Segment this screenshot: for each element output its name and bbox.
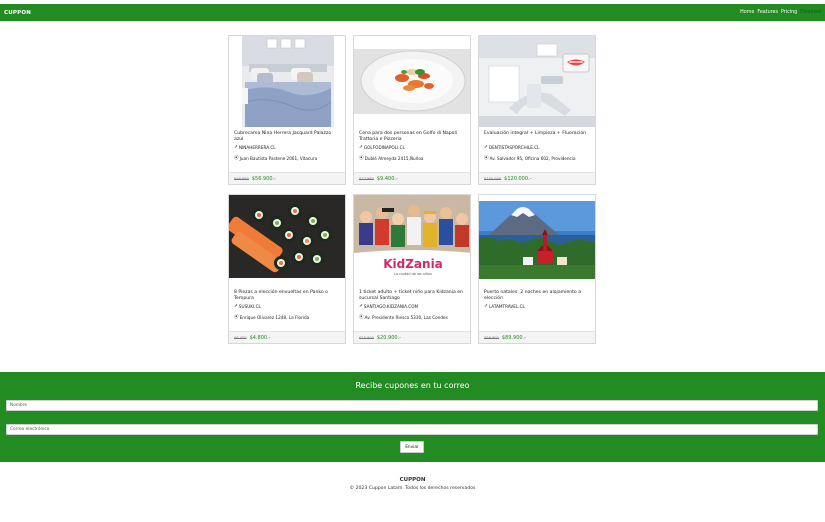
deal-card[interactable]: Cubrecama Nina Herrera Jacquard Palazzo … — [228, 35, 346, 185]
location-arrow-icon: ➚ — [234, 145, 238, 150]
location-arrow-icon: ➚ — [484, 145, 488, 150]
deal-site[interactable]: DENTISTASPORCHILE.CL — [489, 145, 540, 150]
new-price: $20.900.- — [376, 334, 401, 341]
email-field[interactable]: Correo electrónico — [6, 424, 818, 435]
deal-title[interactable]: Puerto natales: 2 noches en alojamiento … — [484, 290, 590, 302]
deal-card[interactable]: Cena para dos personas en Golfo di Napol… — [353, 35, 471, 185]
map-pin-icon: ⦿ — [234, 156, 239, 161]
deal-address: Dublé Almeyda 2415,Ñuñoa — [364, 155, 424, 161]
new-price: $120.000.- — [504, 175, 532, 182]
deal-title[interactable]: Evaluación integral + Limpieza + Fluorac… — [484, 131, 590, 143]
deal-image[interactable] — [479, 36, 595, 127]
deal-site[interactable]: LATAMTRAVEL.CL — [489, 304, 525, 309]
old-price: $150.000 — [484, 176, 502, 181]
location-arrow-icon: ➚ — [359, 145, 363, 150]
nav-links: Home Features Pricing Disabled — [740, 10, 821, 15]
old-price: $6.400 — [234, 335, 247, 340]
nav-link-disabled: Disabled — [800, 10, 821, 15]
location-arrow-icon: ➚ — [359, 304, 363, 309]
deal-image[interactable] — [229, 36, 345, 127]
deal-card[interactable]: 8 Piezas a elección envueltas en Panko o… — [228, 194, 346, 344]
nav-link-pricing[interactable]: Pricing — [781, 10, 797, 15]
kidzania-logo-subtitle: La ciudad de los niños — [394, 272, 432, 276]
deal-address: Juan Bautista Pastene 2061, Vitacura — [239, 155, 318, 161]
deal-title[interactable]: 1 ticket adulto + ticket niño para Kidza… — [359, 290, 465, 302]
deal-title[interactable]: Cena para dos personas en Golfo di Napol… — [359, 131, 465, 143]
name-field[interactable]: Nombre — [6, 400, 818, 411]
old-price: $99.990 — [234, 176, 249, 181]
new-price: $4.800.- — [249, 334, 271, 341]
submit-button[interactable]: Enviar — [400, 441, 424, 453]
footer-brand: CUPPON — [399, 477, 426, 483]
deal-image[interactable] — [229, 195, 345, 286]
old-price: $99.900 — [484, 335, 499, 340]
location-arrow-icon: ➚ — [484, 304, 488, 309]
deal-title[interactable]: 8 Piezas a elección envueltas en Panko o… — [234, 290, 340, 302]
deal-price-bar: $6.400 $4.800.- — [229, 331, 345, 343]
deal-address: Av. Presidente Riesco 5330, Las Condes — [364, 314, 448, 320]
map-pin-icon: ⦿ — [359, 156, 364, 161]
footer-copyright: © 2023 Cuppon Latam. Todos los derechos … — [349, 486, 476, 491]
brand-logo[interactable]: CUPPON — [4, 10, 31, 16]
deal-price-bar: $150.000 $120.000.- — [479, 172, 595, 184]
old-price: $17.980 — [359, 176, 374, 181]
deal-site[interactable]: SUSUKI.CL — [239, 304, 261, 309]
deal-address: Av. Salvador 95, Oficina 602, Providenci… — [489, 155, 576, 161]
location-arrow-icon: ➚ — [234, 304, 238, 309]
deal-card[interactable]: Evaluación integral + Limpieza + Fluorac… — [478, 35, 596, 185]
newsletter-title: Recibe cupones en tu correo — [355, 381, 470, 390]
deal-card[interactable]: KidZania La ciudad de los niños 1 ticket… — [353, 194, 471, 344]
navbar: CUPPON Home Features Pricing Disabled — [0, 4, 825, 21]
map-pin-icon: ⦿ — [234, 315, 239, 320]
deal-site[interactable]: NINAHERRERA.CL — [239, 145, 276, 150]
deal-site[interactable]: GOLFODINAPOLI.CL — [364, 145, 405, 150]
deal-image[interactable]: KidZania La ciudad de los niños — [354, 195, 470, 286]
deal-price-bar: $99.900 $89.900.- — [479, 331, 595, 343]
new-price: $56.900.- — [251, 175, 276, 182]
new-price: $89.900.- — [501, 334, 526, 341]
deal-price-bar: $17.980 $9.400.- — [354, 172, 470, 184]
deal-card[interactable]: Puerto natales: 2 noches en alojamiento … — [478, 194, 596, 344]
deal-image[interactable] — [354, 36, 470, 127]
deal-site[interactable]: SANTIAGO.KIDZANIA.COM — [364, 304, 418, 309]
deal-price-bar: $99.990 $56.900.- — [229, 172, 345, 184]
new-price: $9.400.- — [376, 175, 398, 182]
map-pin-icon: ⦿ — [484, 156, 489, 161]
old-price: $25.900 — [359, 335, 374, 340]
deals-grid: Cubrecama Nina Herrera Jacquard Palazzo … — [228, 35, 597, 344]
deal-image[interactable] — [479, 195, 595, 286]
nav-link-features[interactable]: Features — [757, 10, 778, 15]
deal-address: Enrique Olivarez 1248, La Florida — [239, 314, 310, 320]
map-pin-icon: ⦿ — [359, 315, 364, 320]
deal-title[interactable]: Cubrecama Nina Herrera Jacquard Palazzo … — [234, 131, 340, 143]
deal-price-bar: $25.900 $20.900.- — [354, 331, 470, 343]
nav-link-home[interactable]: Home — [740, 10, 754, 15]
kidzania-logo-text: KidZania — [383, 257, 443, 271]
